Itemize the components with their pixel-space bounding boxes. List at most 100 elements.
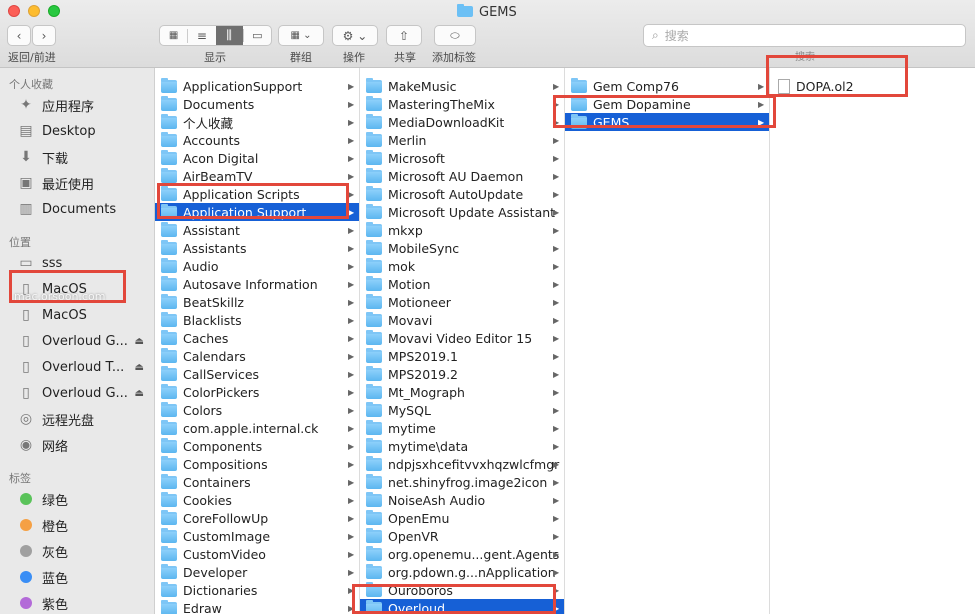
folder-row[interactable]: BeatSkillz ▶	[155, 293, 359, 311]
gallery-view-icon[interactable]: ▭	[242, 29, 271, 42]
folder-row[interactable]: org.pdown.g...nApplication ▶	[360, 563, 564, 581]
group-button[interactable]: ▦ ⌄	[278, 25, 324, 46]
folder-row[interactable]: Documents ▶	[155, 95, 359, 113]
folder-row[interactable]: Audio ▶	[155, 257, 359, 275]
list-view-icon[interactable]: ≡	[187, 28, 215, 43]
folder-row[interactable]: MPS2019.1 ▶	[360, 347, 564, 365]
folder-row[interactable]: Application Support ▶	[155, 203, 359, 221]
sidebar-tag-gray[interactable]: 灰色	[16, 539, 154, 563]
folder-row[interactable]: ColorPickers ▶	[155, 383, 359, 401]
folder-row[interactable]: Mt_Mograph ▶	[360, 383, 564, 401]
folder-row[interactable]: Movavi ▶	[360, 311, 564, 329]
folder-row[interactable]: CustomVideo ▶	[155, 545, 359, 563]
folder-row[interactable]: Microsoft Update Assistant ▶	[360, 203, 564, 221]
folder-row[interactable]: Accounts ▶	[155, 131, 359, 149]
disclosure-arrow-icon: ▶	[553, 207, 560, 217]
folder-row[interactable]: MPS2019.2 ▶	[360, 365, 564, 383]
folder-row[interactable]: net.shinyfrog.image2icon ▶	[360, 473, 564, 491]
folder-row[interactable]: MediaDownloadKit ▶	[360, 113, 564, 131]
sidebar-item-remote-disc[interactable]: ◎ 远程光盘	[16, 407, 154, 431]
minimize-window-button[interactable]	[28, 5, 40, 17]
folder-row[interactable]: Developer ▶	[155, 563, 359, 581]
folder-row[interactable]: mkxp ▶	[360, 221, 564, 239]
sidebar-tag-blue[interactable]: 蓝色	[16, 565, 154, 589]
share-button[interactable]: ⇧	[386, 25, 422, 46]
folder-row[interactable]: Application Scripts ▶	[155, 185, 359, 203]
folder-row[interactable]: MySQL ▶	[360, 401, 564, 419]
icon-view-icon[interactable]: ▦	[160, 30, 187, 41]
folder-row[interactable]: Containers ▶	[155, 473, 359, 491]
folder-row[interactable]: ndpjsxhcefitvvxhqzwlcfmgr ▶	[360, 455, 564, 473]
folder-row[interactable]: OpenVR ▶	[360, 527, 564, 545]
folder-row[interactable]: Gem Comp76 ▶	[565, 77, 769, 95]
zoom-window-button[interactable]	[48, 5, 60, 17]
folder-row[interactable]: AirBeamTV ▶	[155, 167, 359, 185]
folder-row[interactable]: Gem Dopamine ▶	[565, 95, 769, 113]
folder-row[interactable]: CallServices ▶	[155, 365, 359, 383]
view-switcher[interactable]: ▦ ≡ ⫼ ▭	[159, 25, 272, 46]
folder-row[interactable]: Merlin ▶	[360, 131, 564, 149]
sidebar-item-sss[interactable]: ▭ sss	[16, 251, 154, 275]
tags-button[interactable]: ⬭	[434, 25, 476, 46]
folder-row[interactable]: NoiseAsh Audio ▶	[360, 491, 564, 509]
folder-row[interactable]: CustomImage ▶	[155, 527, 359, 545]
close-window-button[interactable]	[8, 5, 20, 17]
sidebar-item-recents[interactable]: ▣ 最近使用	[16, 171, 154, 195]
folder-row[interactable]: Microsoft AutoUpdate ▶	[360, 185, 564, 203]
sidebar-item-macos-2[interactable]: ▯ MacOS	[16, 303, 154, 327]
sidebar-tag-green[interactable]: 绿色	[16, 487, 154, 511]
folder-row[interactable]: Assistants ▶	[155, 239, 359, 257]
folder-row[interactable]: Motion ▶	[360, 275, 564, 293]
folder-row[interactable]: Blacklists ▶	[155, 311, 359, 329]
folder-row[interactable]: Ouroboros ▶	[360, 581, 564, 599]
folder-row[interactable]: GEMS ▶	[565, 113, 769, 131]
folder-row[interactable]: mok ▶	[360, 257, 564, 275]
folder-row[interactable]: Microsoft AU Daemon ▶	[360, 167, 564, 185]
folder-row[interactable]: MakeMusic ▶	[360, 77, 564, 95]
folder-row[interactable]: ApplicationSupport ▶	[155, 77, 359, 95]
file-row[interactable]: DOPA.ol2	[770, 77, 974, 95]
column-view-icon[interactable]: ⫼	[215, 26, 243, 45]
sidebar-item-overloud-2[interactable]: ▯ Overloud T... ⏏	[16, 355, 154, 379]
folder-row[interactable]: mytime\data ▶	[360, 437, 564, 455]
folder-row[interactable]: Acon Digital ▶	[155, 149, 359, 167]
sidebar-item-downloads[interactable]: ⬇ 下载	[16, 145, 154, 169]
folder-row[interactable]: Assistant ▶	[155, 221, 359, 239]
sidebar-item-documents[interactable]: ▥ Documents	[16, 197, 154, 221]
folder-row[interactable]: Components ▶	[155, 437, 359, 455]
folder-row[interactable]: mytime ▶	[360, 419, 564, 437]
eject-icon[interactable]: ⏏	[135, 336, 144, 347]
folder-row[interactable]: OpenEmu ▶	[360, 509, 564, 527]
folder-row[interactable]: Autosave Information ▶	[155, 275, 359, 293]
folder-row[interactable]: Motioneer ▶	[360, 293, 564, 311]
sidebar-item-overloud-3[interactable]: ▯ Overloud G... ⏏	[16, 381, 154, 405]
folder-row[interactable]: com.apple.internal.ck ▶	[155, 419, 359, 437]
folder-row[interactable]: Caches ▶	[155, 329, 359, 347]
folder-row[interactable]: Movavi Video Editor 15 ▶	[360, 329, 564, 347]
folder-row[interactable]: 个人收藏 ▶	[155, 113, 359, 131]
sidebar-item-overloud-1[interactable]: ▯ Overloud G... ⏏	[16, 329, 154, 353]
folder-row[interactable]: Colors ▶	[155, 401, 359, 419]
folder-row[interactable]: Overloud ▶	[360, 599, 564, 614]
search-field[interactable]: ⌕ 搜索	[643, 24, 966, 47]
sidebar-item-desktop[interactable]: ▤ Desktop	[16, 119, 154, 143]
folder-row[interactable]: Cookies ▶	[155, 491, 359, 509]
folder-row[interactable]: Edraw ▶	[155, 599, 359, 614]
sidebar-item-applications[interactable]: ✦ 应用程序	[16, 93, 154, 117]
forward-button[interactable]: ›	[32, 25, 56, 46]
sidebar-tag-purple[interactable]: 紫色	[16, 591, 154, 614]
back-button[interactable]: ‹	[7, 25, 31, 46]
folder-row[interactable]: Microsoft ▶	[360, 149, 564, 167]
folder-row[interactable]: Dictionaries ▶	[155, 581, 359, 599]
sidebar-item-network[interactable]: ◉ 网络	[16, 433, 154, 457]
eject-icon[interactable]: ⏏	[135, 362, 144, 373]
folder-row[interactable]: Compositions ▶	[155, 455, 359, 473]
folder-row[interactable]: CoreFollowUp ▶	[155, 509, 359, 527]
folder-row[interactable]: Calendars ▶	[155, 347, 359, 365]
action-button[interactable]: ⚙ ⌄	[332, 25, 378, 46]
sidebar-tag-orange[interactable]: 橙色	[16, 513, 154, 537]
folder-row[interactable]: org.openemu...gent.Agents ▶	[360, 545, 564, 563]
folder-row[interactable]: MasteringTheMix ▶	[360, 95, 564, 113]
folder-row[interactable]: MobileSync ▶	[360, 239, 564, 257]
eject-icon[interactable]: ⏏	[135, 388, 144, 399]
